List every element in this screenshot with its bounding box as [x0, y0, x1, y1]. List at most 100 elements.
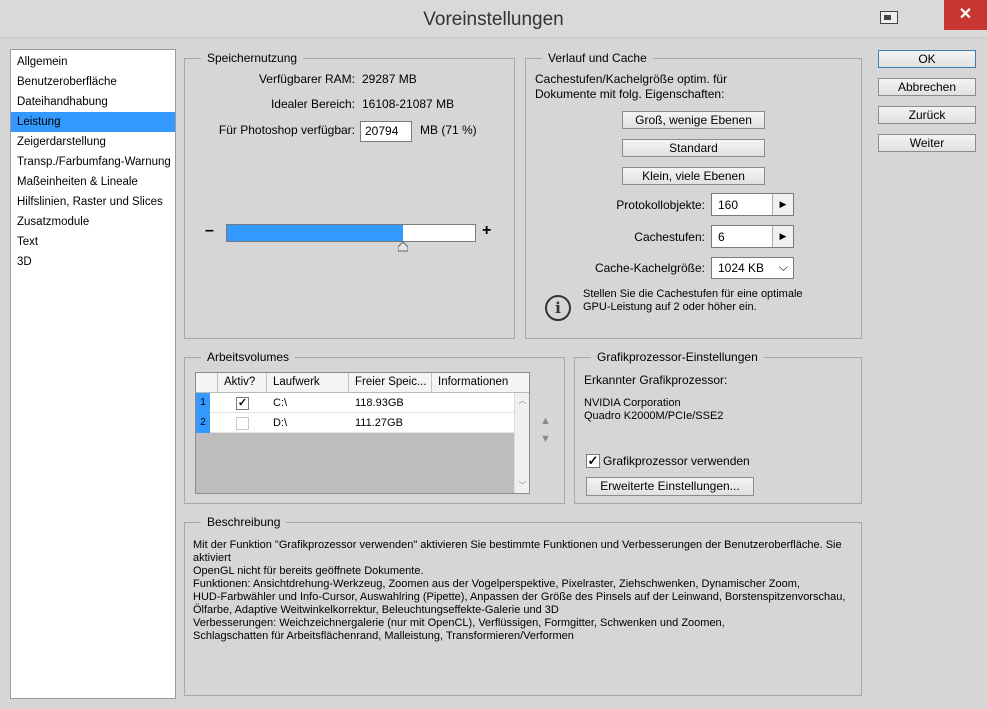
- nav-item-allgemein[interactable]: Allgemein: [11, 52, 175, 72]
- nav-item-leistung[interactable]: Leistung: [11, 112, 175, 132]
- window-title: Voreinstellungen: [423, 9, 564, 30]
- title-bar: Voreinstellungen ✕: [0, 0, 987, 38]
- row-free-space: 111.27GB: [355, 417, 403, 429]
- preset-default-button[interactable]: Standard: [622, 139, 765, 157]
- memory-slider[interactable]: [226, 224, 476, 242]
- description-title: Beschreibung: [201, 515, 287, 530]
- description-line: Mit der Funktion "Grafikprozessor verwen…: [193, 539, 842, 551]
- column-drive[interactable]: Laufwerk: [267, 373, 349, 393]
- column-active[interactable]: Aktiv?: [218, 373, 267, 393]
- table-header: Aktiv? Laufwerk Freier Speic... Informat…: [196, 373, 529, 393]
- cache-intro-line1: Cachestufen/Kachelgröße optim. für: [535, 72, 728, 86]
- category-list[interactable]: Allgemein Benutzeroberfläche Dateihandha…: [10, 49, 176, 699]
- cache-levels-arrow-icon[interactable]: ▶: [772, 226, 793, 247]
- row-drive: D:\: [273, 417, 288, 429]
- history-states-label: Protokollobjekte:: [616, 198, 705, 212]
- column-free-space[interactable]: Freier Speic...: [349, 373, 432, 393]
- chevron-down-icon[interactable]: ⌵: [779, 260, 788, 275]
- nav-item-benutzeroberflaeche[interactable]: Benutzeroberfläche: [11, 72, 175, 92]
- nav-item-3d[interactable]: 3D: [11, 252, 175, 272]
- history-states-stepper[interactable]: 160 ▶: [711, 193, 794, 216]
- preset-small-many-layers-button[interactable]: Klein, viele Ebenen: [622, 167, 765, 185]
- description-line: aktiviert: [193, 552, 231, 564]
- history-cache-group: Verlauf und Cache Cachestufen/Kachelgröß…: [525, 51, 862, 339]
- scratch-disks-title: Arbeitsvolumes: [201, 350, 296, 365]
- nav-item-masseinheiten[interactable]: Maßeinheiten & Lineale: [11, 172, 175, 192]
- gpu-settings-group: Grafikprozessor-Einstellungen Erkannter …: [574, 350, 862, 504]
- description-line: HUD-Farbwähler und Info-Cursor, Auswahlr…: [193, 591, 846, 603]
- photoshop-memory-unit: MB (71 %): [420, 123, 477, 137]
- row-number: 2: [196, 413, 210, 433]
- row-active-checkbox[interactable]: [236, 417, 249, 430]
- move-up-icon[interactable]: ▲: [540, 415, 551, 427]
- cache-intro-line2: Dokumente mit folg. Eigenschaften:: [535, 87, 725, 101]
- memory-slider-thumb[interactable]: [398, 242, 408, 252]
- use-gpu-label[interactable]: Grafikprozessor verwenden: [603, 454, 750, 468]
- nav-item-zeigerdarstellung[interactable]: Zeigerdarstellung: [11, 132, 175, 152]
- decrease-memory-button[interactable]: –: [205, 222, 214, 240]
- nav-item-dateihandhabung[interactable]: Dateihandhabung: [11, 92, 175, 112]
- description-line: Ölfarbe, Adaptive Weitwinkelkorrektur, B…: [193, 604, 559, 616]
- memory-slider-fill: [227, 225, 403, 241]
- description-line: OpenGL nicht für bereits geöffnete Dokum…: [193, 565, 424, 577]
- cache-levels-value: 6: [718, 230, 725, 244]
- cache-tile-size-value: 1024 KB: [718, 261, 765, 275]
- nav-item-hilfslinien[interactable]: Hilfslinien, Raster und Slices: [11, 192, 175, 212]
- memory-usage-title: Speichernutzung: [201, 51, 304, 66]
- history-states-arrow-icon[interactable]: ▶: [772, 194, 793, 215]
- table-row[interactable]: 2 D:\ 111.27GB: [196, 413, 514, 433]
- ideal-range-label: Idealer Bereich:: [270, 97, 355, 111]
- table-row[interactable]: 1 ✓ C:\ 118.93GB: [196, 393, 514, 413]
- gpu-vendor: NVIDIA Corporation: [584, 397, 681, 409]
- ok-button[interactable]: OK: [878, 50, 976, 68]
- row-number: 1: [196, 393, 210, 413]
- photoshop-memory-input[interactable]: 20794: [360, 121, 412, 142]
- nav-item-transparenz[interactable]: Transp./Farbumfang-Warnung: [11, 152, 175, 172]
- close-button[interactable]: ✕: [944, 0, 987, 30]
- ram-label: Verfügbarer RAM:: [258, 72, 355, 86]
- ram-value: 29287 MB: [362, 72, 417, 86]
- cache-tile-size-select[interactable]: 1024 KB ⌵: [711, 257, 794, 279]
- row-drive: C:\: [273, 397, 288, 409]
- photoshop-available-label: Für Photoshop verfügbar:: [218, 123, 355, 137]
- column-rownum: [196, 373, 218, 393]
- scratch-disks-group: Arbeitsvolumes Aktiv? Laufwerk Freier Sp…: [184, 350, 565, 504]
- description-line: Schlagschatten für Arbeitsflächenrand, M…: [193, 630, 574, 642]
- ideal-range-value: 16108-21087 MB: [362, 97, 455, 111]
- window-menu-icon[interactable]: [880, 11, 898, 24]
- description-line: Verbesserungen: Weichzeichnergalerie (nu…: [193, 617, 725, 629]
- cache-info-line1: Stellen Sie die Cachestufen für eine opt…: [583, 288, 803, 300]
- nav-item-text[interactable]: Text: [11, 232, 175, 252]
- cancel-button[interactable]: Abbrechen: [878, 78, 976, 96]
- back-button[interactable]: Zurück: [878, 106, 976, 124]
- cache-info-line2: GPU-Leistung auf 2 oder höher ein.: [583, 301, 757, 313]
- preset-big-few-layers-button[interactable]: Groß, wenige Ebenen: [622, 111, 765, 129]
- info-icon: i: [545, 295, 571, 321]
- gpu-model: Quadro K2000M/PCIe/SSE2: [584, 410, 724, 422]
- cache-tile-size-label: Cache-Kachelgröße:: [594, 261, 705, 275]
- column-info[interactable]: Informationen: [432, 373, 529, 393]
- scroll-down-icon[interactable]: ﹀: [515, 478, 530, 493]
- move-down-icon[interactable]: ▼: [540, 433, 551, 445]
- increase-memory-button[interactable]: +: [482, 222, 491, 240]
- cache-levels-label: Cachestufen:: [634, 230, 705, 244]
- table-scrollbar[interactable]: ︿ ﹀: [514, 393, 529, 493]
- nav-item-zusatzmodule[interactable]: Zusatzmodule: [11, 212, 175, 232]
- description-line: Funktionen: Ansichtdrehung-Werkzeug, Zoo…: [193, 578, 800, 590]
- description-group: Beschreibung Mit der Funktion "Grafikpro…: [184, 515, 862, 696]
- detected-gpu-label: Erkannter Grafikprozessor:: [584, 373, 728, 387]
- gpu-settings-title: Grafikprozessor-Einstellungen: [591, 350, 764, 365]
- cache-levels-stepper[interactable]: 6 ▶: [711, 225, 794, 248]
- description-text: Mit der Funktion "Grafikprozessor verwen…: [193, 539, 853, 643]
- history-states-value: 160: [718, 198, 739, 212]
- scratch-disks-table: Aktiv? Laufwerk Freier Speic... Informat…: [195, 372, 530, 494]
- scroll-up-icon[interactable]: ︿: [515, 393, 530, 408]
- history-cache-title: Verlauf und Cache: [542, 51, 653, 66]
- preferences-dialog: Allgemein Benutzeroberfläche Dateihandha…: [0, 38, 987, 709]
- row-active-checkbox[interactable]: ✓: [236, 397, 249, 410]
- memory-usage-group: Speichernutzung Verfügbarer RAM: 29287 M…: [184, 51, 515, 339]
- advanced-settings-button[interactable]: Erweiterte Einstellungen...: [586, 477, 754, 496]
- use-gpu-checkbox[interactable]: ✓: [586, 454, 600, 468]
- next-button[interactable]: Weiter: [878, 134, 976, 152]
- row-free-space: 118.93GB: [355, 397, 404, 409]
